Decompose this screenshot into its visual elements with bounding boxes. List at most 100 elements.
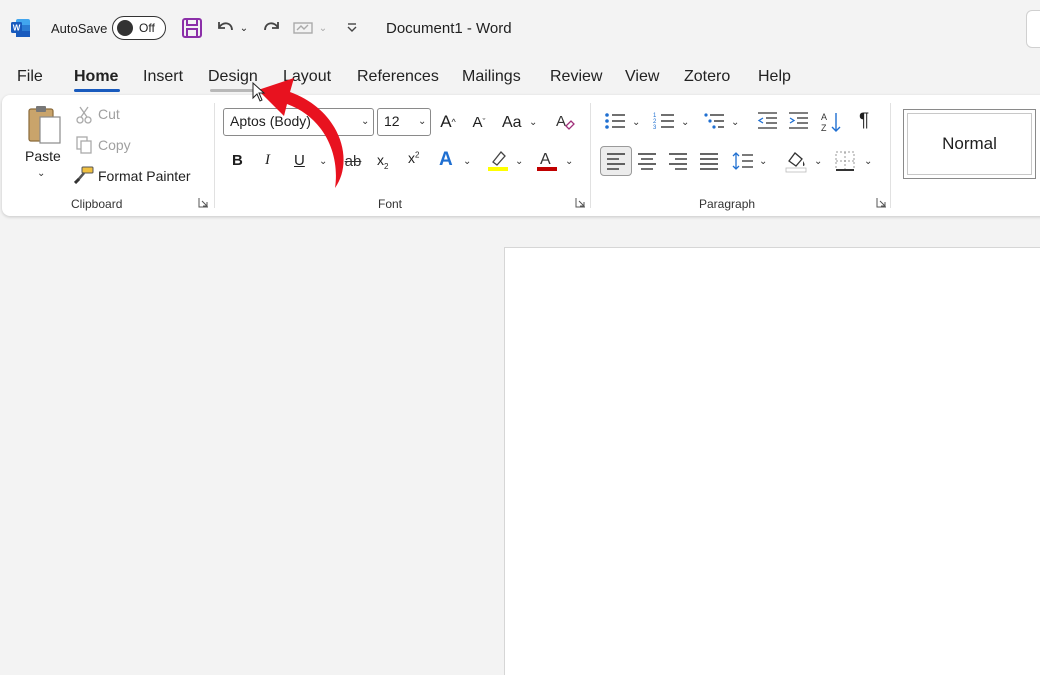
tab-home[interactable]: Home bbox=[74, 68, 118, 86]
change-case-button[interactable]: Aa bbox=[502, 114, 522, 132]
text-effects-chevron-icon[interactable]: ⌄ bbox=[463, 156, 471, 167]
shrink-font-icon[interactable]: Aˇ bbox=[467, 110, 491, 134]
grow-font-icon[interactable]: A ^ bbox=[436, 110, 460, 134]
superscript-button[interactable]: x2 bbox=[408, 150, 419, 166]
undo-icon[interactable] bbox=[213, 16, 237, 40]
customize-toolbar-icon[interactable] bbox=[340, 16, 364, 40]
borders-icon[interactable] bbox=[834, 150, 856, 172]
text-effects-button[interactable]: A bbox=[439, 149, 453, 171]
highlight-icon[interactable] bbox=[487, 148, 509, 172]
numbering-chevron-icon[interactable]: ⌄ bbox=[681, 117, 689, 128]
font-size-chevron-icon[interactable]: ⌄ bbox=[418, 116, 426, 127]
clipboard-group-label: Clipboard bbox=[71, 197, 123, 211]
svg-text:Z: Z bbox=[821, 123, 827, 133]
change-case-chevron-icon[interactable]: ⌄ bbox=[529, 117, 537, 128]
numbering-icon[interactable]: 123 bbox=[652, 110, 676, 132]
tab-insert[interactable]: Insert bbox=[143, 68, 183, 86]
multilevel-list-icon[interactable] bbox=[702, 110, 726, 132]
tab-layout[interactable]: Layout bbox=[283, 68, 331, 86]
subscript-label: x bbox=[377, 152, 384, 168]
word-logo-icon[interactable]: W bbox=[11, 18, 31, 38]
justify-icon[interactable] bbox=[698, 150, 720, 172]
separator bbox=[590, 103, 591, 208]
font-size-value: 12 bbox=[384, 113, 400, 129]
hover-tab-indicator bbox=[210, 89, 256, 92]
italic-button[interactable]: I bbox=[265, 152, 270, 169]
paste-icon[interactable] bbox=[24, 103, 64, 145]
svg-text:3: 3 bbox=[653, 125, 657, 131]
increase-indent-icon[interactable] bbox=[786, 110, 810, 132]
shading-icon[interactable] bbox=[784, 149, 808, 173]
tab-mailings[interactable]: Mailings bbox=[462, 68, 521, 86]
tab-references[interactable]: References bbox=[357, 68, 439, 86]
paste-label[interactable]: Paste bbox=[25, 148, 61, 164]
align-left-icon[interactable] bbox=[605, 150, 627, 172]
tab-zotero[interactable]: Zotero bbox=[684, 68, 730, 86]
autosave-label: AutoSave bbox=[51, 21, 108, 36]
underline-chevron-icon[interactable]: ⌄ bbox=[319, 156, 327, 167]
borders-chevron-icon[interactable]: ⌄ bbox=[864, 156, 872, 167]
autosave-toggle[interactable]: Off bbox=[112, 16, 166, 40]
document-title: Document1 - Word bbox=[386, 20, 512, 37]
title-bar: W AutoSave Off ⌄ ⌄ Document1 - Word bbox=[0, 0, 1040, 58]
autosave-state: Off bbox=[139, 21, 155, 35]
sort-icon[interactable]: AZ bbox=[819, 109, 843, 135]
font-group-label: Font bbox=[378, 197, 403, 211]
tab-review[interactable]: Review bbox=[550, 68, 602, 86]
tab-view[interactable]: View bbox=[625, 68, 659, 86]
mouse-cursor-icon bbox=[252, 82, 266, 102]
svg-text:W: W bbox=[13, 24, 21, 33]
tab-help[interactable]: Help bbox=[758, 68, 791, 86]
shading-chevron-icon[interactable]: ⌄ bbox=[814, 156, 822, 167]
undo-dropdown-icon[interactable]: ⌄ bbox=[236, 16, 252, 40]
format-painter-icon[interactable] bbox=[74, 165, 94, 185]
show-marks-button[interactable]: ¶ bbox=[859, 110, 869, 132]
style-normal-label: Normal bbox=[907, 113, 1032, 175]
multilevel-list-chevron-icon[interactable]: ⌄ bbox=[731, 117, 739, 128]
copy-label[interactable]: Copy bbox=[98, 137, 131, 153]
decrease-indent-icon[interactable] bbox=[755, 110, 779, 132]
line-spacing-chevron-icon[interactable]: ⌄ bbox=[759, 156, 767, 167]
bullets-icon[interactable] bbox=[603, 110, 627, 132]
tab-file[interactable]: File bbox=[17, 68, 43, 86]
clear-formatting-icon[interactable]: A bbox=[553, 109, 577, 133]
font-color-icon[interactable]: A bbox=[536, 148, 558, 172]
ribbon-tabs: File Home Insert Design Layout Reference… bbox=[0, 62, 1040, 92]
font-color-chevron-icon[interactable]: ⌄ bbox=[565, 156, 573, 167]
tab-design[interactable]: Design bbox=[208, 68, 258, 86]
save-icon[interactable] bbox=[180, 16, 204, 40]
bullets-chevron-icon[interactable]: ⌄ bbox=[632, 117, 640, 128]
search-box[interactable] bbox=[1026, 10, 1040, 48]
underline-button[interactable]: U bbox=[294, 152, 305, 169]
paragraph-launcher-icon[interactable] bbox=[876, 197, 887, 208]
draw-icon[interactable] bbox=[291, 16, 315, 40]
active-tab-indicator bbox=[74, 89, 120, 92]
svg-text:A: A bbox=[556, 113, 566, 130]
paste-dropdown-icon[interactable]: ⌄ bbox=[37, 168, 45, 179]
align-right-icon[interactable] bbox=[667, 150, 689, 172]
strikethrough-icon[interactable]: ab bbox=[342, 150, 364, 172]
style-normal[interactable]: Normal bbox=[903, 109, 1036, 179]
paragraph-group-label: Paragraph bbox=[699, 197, 756, 211]
redo-icon[interactable] bbox=[260, 16, 284, 40]
format-painter-label[interactable]: Format Painter bbox=[98, 168, 191, 184]
highlight-chevron-icon[interactable]: ⌄ bbox=[515, 156, 523, 167]
font-name-value: Aptos (Body) bbox=[230, 113, 311, 129]
clipboard-launcher-icon[interactable] bbox=[198, 197, 209, 208]
align-center-icon[interactable] bbox=[636, 150, 658, 172]
bold-button[interactable]: B bbox=[232, 152, 243, 169]
svg-text:A: A bbox=[821, 112, 827, 122]
font-name-chevron-icon[interactable]: ⌄ bbox=[361, 116, 369, 127]
ribbon: Paste ⌄ Cut Copy Format Painter Clipboar… bbox=[2, 95, 1040, 216]
cut-icon[interactable] bbox=[74, 105, 94, 125]
superscript-label: x bbox=[408, 150, 415, 166]
separator bbox=[214, 103, 215, 208]
document-page[interactable] bbox=[504, 247, 1040, 675]
draw-dropdown-icon[interactable]: ⌄ bbox=[315, 16, 331, 40]
cut-label[interactable]: Cut bbox=[98, 106, 120, 122]
line-spacing-icon[interactable] bbox=[731, 150, 755, 172]
font-launcher-icon[interactable] bbox=[575, 197, 586, 208]
copy-icon[interactable] bbox=[74, 135, 94, 155]
font-name-dropdown[interactable]: Aptos (Body) bbox=[223, 108, 374, 136]
subscript-button[interactable]: x2 bbox=[377, 152, 388, 171]
